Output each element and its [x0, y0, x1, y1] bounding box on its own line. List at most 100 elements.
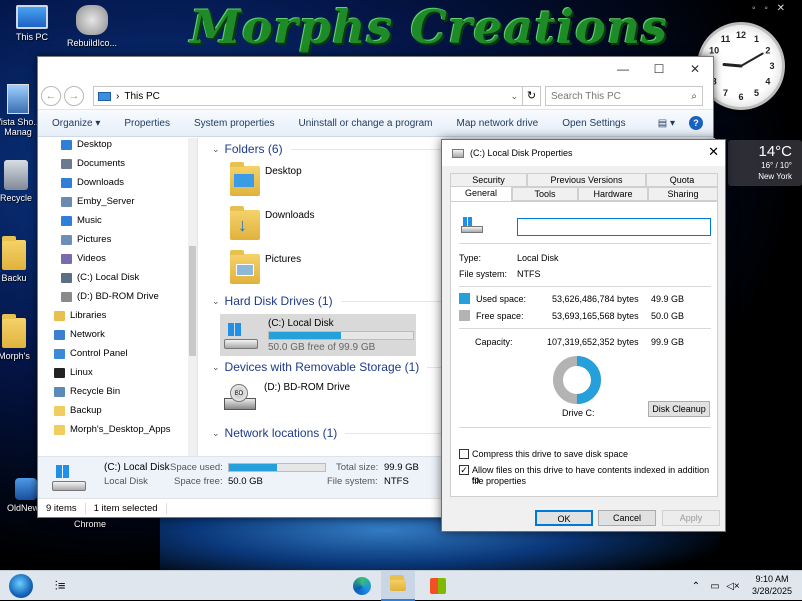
help-icon[interactable]: ?: [689, 116, 703, 130]
chevron-down-icon[interactable]: ⌄: [510, 91, 518, 102]
task-view-icon[interactable]: ⫶≡: [48, 571, 72, 601]
tab-security[interactable]: Security: [450, 173, 527, 187]
system-properties-button[interactable]: System properties: [194, 118, 275, 129]
sidebar-item[interactable]: Linux: [54, 363, 171, 382]
desktop-icon-chrome[interactable]: Chrome: [58, 519, 122, 529]
disk-cleanup-button[interactable]: Disk Cleanup: [648, 401, 710, 417]
sidebar-item[interactable]: Network: [54, 325, 171, 344]
drive-name-field[interactable]: [517, 218, 711, 236]
maximize-button[interactable]: ☐: [641, 57, 677, 81]
sidebar-item[interactable]: Morph's_Desktop_Apps: [54, 420, 171, 439]
network-icon[interactable]: ▭: [706, 571, 724, 601]
tray-clock[interactable]: 9:10 AM 3/28/2025: [752, 573, 792, 597]
clock-number: 2: [765, 46, 770, 56]
local-disk-icon: [452, 148, 464, 158]
refresh-button[interactable]: ↻: [523, 86, 541, 106]
tab-quota[interactable]: Quota: [646, 173, 718, 187]
robot-icon: [76, 5, 108, 35]
apply-button[interactable]: Apply: [662, 510, 720, 526]
folder-downloads[interactable]: ↓ Downloads: [230, 206, 315, 240]
sidebar-item[interactable]: Documents: [61, 154, 171, 173]
folder-label: Pictures: [265, 254, 302, 265]
sidebar-item[interactable]: Recycle Bin: [54, 382, 171, 401]
search-icon: ⌕: [691, 90, 697, 102]
close-button[interactable]: ✕: [677, 57, 713, 81]
drive-c-tile[interactable]: (C:) Local Disk 50.0 GB free of 99.9 GB: [220, 314, 416, 356]
gadget-controls[interactable]: ◦ ◦ ✕: [752, 3, 788, 14]
compress-checkbox[interactable]: [459, 449, 469, 459]
address-bar[interactable]: › This PC ⌄: [93, 86, 523, 106]
close-icon[interactable]: ✕: [708, 144, 719, 160]
chevron-up-icon[interactable]: ⌃: [688, 571, 704, 601]
used-space-swatch: [459, 293, 470, 304]
sidebar-item[interactable]: Desktop: [61, 138, 171, 154]
chevron-right-icon: ›: [116, 90, 120, 102]
view-options-icon[interactable]: ▤ ▾: [658, 118, 675, 129]
drive-d-tile[interactable]: BD (D:) BD-ROM Drive: [224, 382, 350, 412]
properties-titlebar[interactable]: (C:) Local Disk Properties ✕: [442, 140, 725, 166]
weather-gadget: 14°C 16° / 10° New York: [728, 140, 802, 186]
folder-label: Downloads: [265, 210, 315, 221]
folder-pictures[interactable]: Pictures: [230, 250, 302, 284]
scrollbar-thumb[interactable]: [189, 246, 196, 356]
free-space-bytes: 53,693,165,568 bytes: [552, 311, 639, 321]
sidebar-item[interactable]: Backup: [54, 401, 171, 420]
sidebar-item[interactable]: (D:) BD-ROM Drive: [61, 287, 171, 306]
desktop-icon-label: RebuildIco...: [66, 38, 118, 48]
group-folders[interactable]: ⌄ Folders (6): [212, 142, 471, 156]
group-network[interactable]: ⌄ Network locations (1): [212, 426, 456, 440]
sidebar-item[interactable]: Control Panel: [54, 344, 171, 363]
tab-tools[interactable]: Tools: [512, 187, 578, 201]
nav-item-icon: [54, 424, 65, 435]
speaker-muted-icon[interactable]: ◁×: [724, 571, 742, 601]
group-divider: [345, 432, 456, 434]
uninstall-button[interactable]: Uninstall or change a program: [299, 118, 433, 129]
sidebar-item[interactable]: (C:) Local Disk: [61, 268, 171, 287]
tab-previous-versions[interactable]: Previous Versions: [527, 173, 646, 187]
minimize-button[interactable]: —: [605, 57, 641, 81]
search-input[interactable]: Search This PC ⌕: [545, 86, 703, 106]
divider: [459, 427, 711, 428]
tab-hardware[interactable]: Hardware: [578, 187, 648, 201]
shield-icon: [15, 478, 37, 500]
details-total-size: 99.9 GB: [384, 462, 419, 473]
details-name: (C:) Local Disk: [104, 462, 170, 473]
tab-sharing[interactable]: Sharing: [648, 187, 718, 201]
folder-desktop[interactable]: Desktop: [230, 162, 302, 196]
clock-number: 1: [754, 34, 759, 44]
general-tab-panel: Type: Local Disk File system: NTFS Used …: [450, 201, 718, 497]
properties-button[interactable]: Properties: [124, 118, 170, 129]
sidebar-item[interactable]: Pictures: [61, 230, 171, 249]
clock-number: 5: [754, 88, 759, 98]
sidebar-item[interactable]: Music: [61, 211, 171, 230]
index-checkbox[interactable]: ✓: [459, 465, 469, 475]
drive-c-capacity-bar: [268, 330, 414, 340]
sidebar-item[interactable]: Emby_Server: [61, 192, 171, 211]
desktop-icon-rebuildico[interactable]: RebuildIco...: [60, 5, 124, 48]
chevron-down-icon: ⌄: [212, 361, 220, 372]
taskbar-edge[interactable]: [347, 571, 377, 601]
folder-icon: [230, 162, 260, 196]
nav-item-icon: [54, 405, 65, 416]
sidebar-item[interactable]: Downloads: [61, 173, 171, 192]
forward-button[interactable]: →: [64, 86, 84, 106]
tab-general[interactable]: General: [450, 186, 512, 202]
clock-number: 12: [736, 30, 746, 40]
open-settings-button[interactable]: Open Settings: [562, 118, 625, 129]
taskbar-file-explorer[interactable]: [381, 571, 415, 601]
cancel-button[interactable]: Cancel: [598, 510, 656, 526]
sidebar-item[interactable]: Libraries: [54, 306, 171, 325]
back-button[interactable]: ←: [41, 86, 61, 106]
sidebar-item[interactable]: Videos: [61, 249, 171, 268]
desktop-icon-this-pc[interactable]: This PC: [0, 5, 64, 42]
group-title: Devices with Removable Storage (1): [224, 360, 420, 374]
start-button[interactable]: [6, 571, 36, 601]
ok-button[interactable]: OK: [535, 510, 593, 526]
organize-button[interactable]: Organize ▾: [52, 118, 100, 129]
nav-scrollbar[interactable]: [188, 138, 197, 456]
chevron-down-icon: ⌄: [212, 143, 220, 154]
explorer-titlebar[interactable]: — ☐ ✕: [38, 57, 713, 83]
clock-number: 4: [765, 77, 770, 87]
map-network-drive-button[interactable]: Map network drive: [457, 118, 539, 129]
taskbar-store[interactable]: [423, 571, 453, 601]
